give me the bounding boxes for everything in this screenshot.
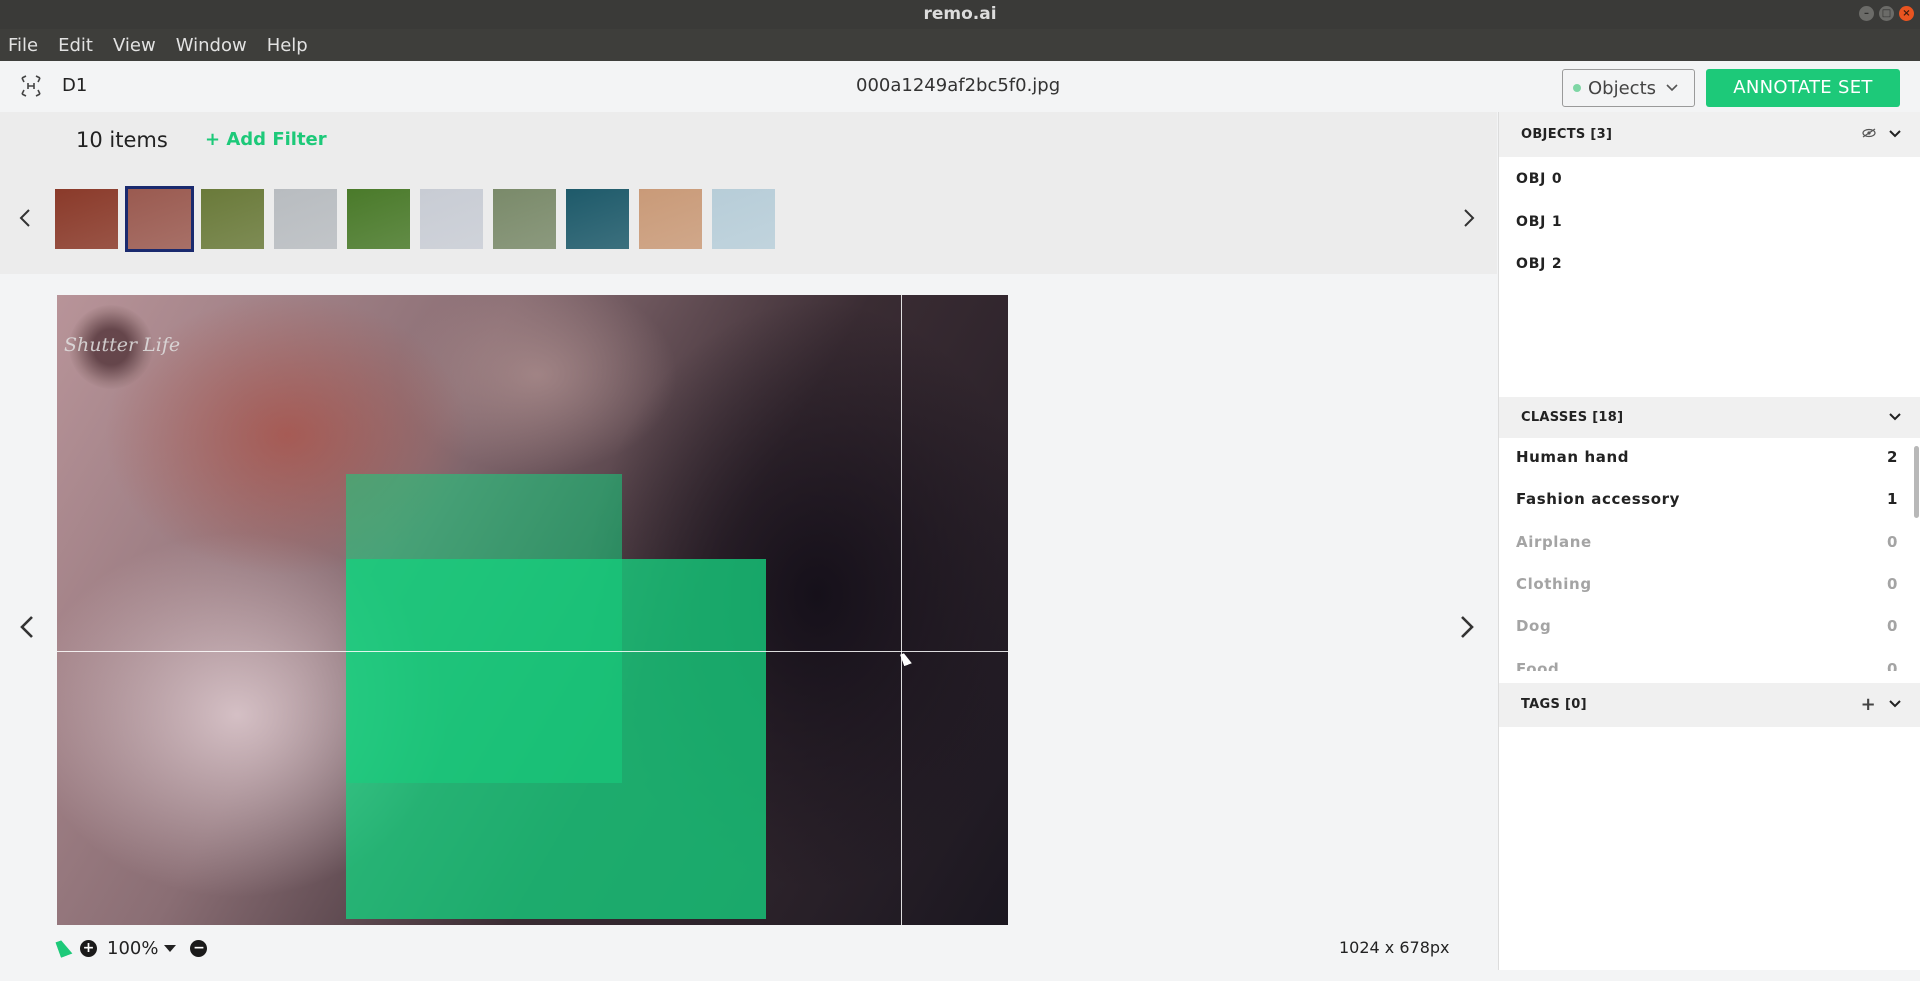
chevron-down-icon[interactable]	[1889, 112, 1901, 157]
crosshair-horizontal	[57, 651, 1008, 652]
annotate-set-button[interactable]: ANNOTATE SET	[1706, 69, 1900, 107]
class-item[interactable]: Clothing 0	[1516, 575, 1898, 593]
back-to-datasets-icon[interactable]	[19, 75, 43, 97]
zoom-level[interactable]: 100%	[107, 938, 158, 959]
thumbnail-greens[interactable]	[201, 189, 264, 249]
chevron-down-icon[interactable]	[1889, 397, 1901, 438]
thumbnail-hands-henna[interactable]	[125, 186, 194, 252]
class-count: 2	[1886, 448, 1898, 466]
watermark-text: Shutter Life	[64, 334, 181, 356]
crosshair-vertical	[901, 295, 902, 925]
select-tool-icon[interactable]	[55, 938, 73, 958]
class-count: 0	[1886, 659, 1898, 672]
menu-edit[interactable]: Edit	[58, 35, 93, 56]
bounding-box-obj-2[interactable]	[346, 474, 622, 783]
filter-bar: 10 items + Add Filter	[0, 112, 1497, 168]
object-item-1[interactable]: OBJ 1	[1516, 214, 1562, 230]
add-filter-button[interactable]: + Add Filter	[205, 129, 327, 150]
thumbnail-people-drawing[interactable]	[420, 189, 483, 249]
image-dimensions: 1024 x 678px	[1339, 938, 1450, 957]
items-count: 10 items	[76, 128, 168, 152]
minimize-icon[interactable]: –	[1859, 6, 1874, 21]
object-item-2[interactable]: OBJ 2	[1516, 256, 1562, 272]
class-item[interactable]: Human hand 2	[1516, 448, 1898, 466]
classes-scrollbar[interactable]	[1914, 446, 1919, 518]
mode-label: Objects	[1588, 77, 1657, 99]
class-name: Airplane	[1516, 532, 1592, 551]
class-item[interactable]: Airplane 0	[1516, 533, 1898, 551]
menu-help[interactable]: Help	[267, 35, 308, 56]
zoom-dropdown-icon[interactable]	[164, 944, 177, 952]
class-name: Fashion accessory	[1516, 490, 1681, 509]
thumbnail-husky-grass[interactable]	[493, 189, 556, 249]
thumbnail-strip	[0, 168, 1497, 274]
tags-section-title: TAGS [0]	[1521, 697, 1587, 712]
right-sidebar: OBJECTS [3] OBJ 0 OBJ 1 OBJ 2 CLASSES [1…	[1498, 112, 1920, 970]
class-count: 0	[1886, 574, 1898, 593]
thumbnail-airplane-white[interactable]	[274, 189, 337, 249]
class-count: 0	[1886, 617, 1898, 636]
object-item-0[interactable]: OBJ 0	[1516, 171, 1562, 187]
thumbnail-dog-grass[interactable]	[347, 189, 410, 249]
class-item[interactable]: Fashion accessory 1	[1516, 490, 1898, 508]
classes-section-title: CLASSES [18]	[1521, 410, 1624, 425]
menu-window[interactable]: Window	[176, 35, 247, 56]
thumbnail-airplane-sky[interactable]	[712, 189, 775, 249]
classes-list[interactable]: Human hand 2 Fashion accessory 1 Airplane 0 Cl…	[1499, 438, 1920, 671]
next-image-icon[interactable]	[1459, 614, 1475, 647]
thumbnails-prev-icon[interactable]	[19, 208, 31, 234]
window-title: remo.ai	[923, 4, 997, 24]
previous-image-icon[interactable]	[19, 614, 35, 647]
menu-bar: File Edit View Window Help	[0, 29, 1920, 61]
class-name: Dog	[1516, 617, 1552, 636]
class-count: 1	[1886, 490, 1898, 509]
thumbnail-underwater[interactable]	[566, 189, 629, 249]
annotation-image[interactable]: Shutter Life	[57, 295, 1008, 925]
annotation-canvas-area: Shutter Life + 100% − 1024 x 678px	[0, 274, 1497, 981]
class-name: Food	[1516, 659, 1560, 672]
class-item[interactable]: Food 0	[1516, 660, 1898, 672]
class-name: Clothing	[1516, 574, 1592, 593]
maximize-icon[interactable]: □	[1879, 6, 1894, 21]
zoom-out-icon[interactable]: −	[190, 939, 208, 957]
thumbnails-next-icon[interactable]	[1463, 208, 1475, 234]
class-name: Human hand	[1516, 448, 1630, 466]
class-item[interactable]: Dog 0	[1516, 617, 1898, 635]
close-icon[interactable]: ×	[1899, 6, 1914, 21]
objects-section-header[interactable]: OBJECTS [3]	[1499, 112, 1920, 157]
window-controls: – □ ×	[1859, 6, 1914, 21]
image-filename: 000a1249af2bc5f0.jpg	[856, 75, 1061, 96]
hide-objects-icon[interactable]	[1862, 112, 1876, 157]
mode-dropdown[interactable]: Objects	[1562, 69, 1695, 107]
status-dot-icon	[1573, 84, 1581, 92]
tags-section-header[interactable]: TAGS [0] +	[1499, 683, 1920, 727]
app-header: D1 000a1249af2bc5f0.jpg Objects ANNOTATE…	[0, 61, 1920, 112]
zoom-in-icon[interactable]: +	[80, 939, 97, 957]
menu-file[interactable]: File	[8, 35, 38, 56]
thumbnail-berries[interactable]	[55, 189, 118, 249]
thumbnail-corgi-sand[interactable]	[639, 189, 702, 249]
chevron-down-icon[interactable]	[1889, 683, 1901, 727]
chevron-down-icon	[1666, 81, 1678, 95]
classes-section-header[interactable]: CLASSES [18]	[1499, 397, 1920, 438]
objects-section-title: OBJECTS [3]	[1521, 127, 1613, 142]
zoom-toolbar: + 100% −	[55, 935, 208, 961]
menu-view[interactable]: View	[113, 35, 156, 56]
dataset-name[interactable]: D1	[62, 75, 87, 96]
class-count: 0	[1886, 532, 1898, 551]
window-titlebar: remo.ai – □ ×	[0, 0, 1920, 29]
add-tag-icon[interactable]: +	[1861, 683, 1876, 727]
